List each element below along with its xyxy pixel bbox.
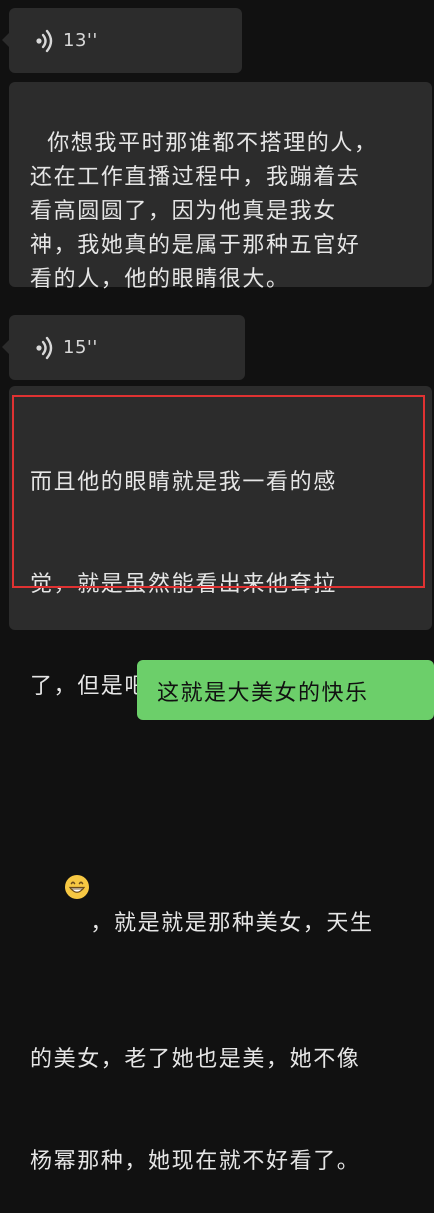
voice-message-2[interactable]: 15'' [2,315,245,380]
message-line: 的美女，老了她也是美，她不像 [30,1047,361,1072]
message-line: 杨幂那种，她现在就不好看了。 [30,1149,361,1174]
message-line: 而且他的眼睛就是我一看的感 [30,470,337,495]
voice-message-1[interactable]: 13'' [2,8,242,73]
voice-duration: 15'' [63,337,98,358]
message-line: 觉，就是虽然能看出来他耷拉 [30,572,337,597]
text-message-1: 你想我平时那谁都不搭理的人， 还在工作直播过程中，我蹦着去 看高圆圆了，因为他真… [9,82,432,292]
message-text: 你想我平时那谁都不搭理的人， 还在工作直播过程中，我蹦着去 看高圆圆了，因为他真… [30,131,378,292]
text-message-2: 而且他的眼睛就是我一看的感 觉，就是虽然能看出来他耷拉 了，但是吧，就是美就是美… [9,386,432,1174]
message-line-text: ，就是就是那种美女，天生 [90,911,374,936]
sent-message: 这就是大美女的快乐 [137,660,434,720]
grinning-face-emoji [64,806,90,899]
message-line: ，就是就是那种美女，天生 [30,772,420,975]
voice-wave-icon [35,28,55,54]
voice-duration: 13'' [63,30,98,51]
voice-wave-icon [35,335,55,361]
message-text: 这就是大美女的快乐 [157,681,369,706]
